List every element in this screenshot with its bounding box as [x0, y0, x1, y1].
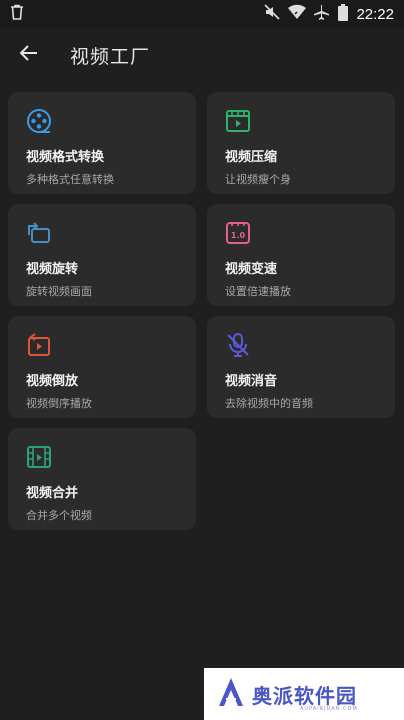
tool-desc: 视频倒序播放	[26, 397, 92, 410]
tool-name: 视频倒放	[26, 374, 79, 389]
merge-film-icon	[26, 444, 180, 470]
page-title: 视频工厂	[70, 45, 151, 68]
tool-desc: 让视频瘦个身	[225, 173, 291, 186]
tool-desc: 合并多个视频	[26, 509, 92, 522]
tool-card-rotate[interactable]: 视频旋转 旋转视频画面	[8, 204, 196, 306]
watermark-logo	[218, 677, 244, 711]
tool-desc: 去除视频中的音频	[225, 397, 313, 410]
tool-card-format-convert[interactable]: 视频格式转换 多种格式任意转换	[8, 92, 196, 194]
mic-off-icon	[225, 332, 379, 358]
status-bar: 22:22	[0, 0, 404, 28]
wifi-icon	[288, 4, 307, 24]
tool-desc: 多种格式任意转换	[26, 173, 114, 186]
reverse-icon	[26, 332, 180, 358]
mute-icon	[264, 4, 281, 24]
arrow-left-icon	[19, 45, 38, 65]
film-reel-icon	[26, 108, 180, 134]
back-button[interactable]	[0, 28, 58, 82]
tool-card-reverse[interactable]: 视频倒放 视频倒序播放	[8, 316, 196, 418]
compress-icon	[225, 108, 379, 134]
airplane-icon	[314, 4, 330, 24]
tool-name: 视频压缩	[225, 150, 278, 165]
rotate-icon	[26, 220, 180, 246]
trash-icon	[10, 4, 24, 24]
tool-name: 视频旋转	[26, 262, 79, 277]
tool-name: 视频合并	[26, 486, 79, 501]
tool-name: 视频消音	[225, 374, 278, 389]
battery-icon	[338, 3, 349, 25]
status-time: 22:22	[356, 5, 394, 23]
app-bar: 视频工厂	[0, 28, 404, 82]
tool-card-merge[interactable]: 视频合并 合并多个视频	[8, 428, 196, 530]
watermark: 奥派软件园 AUPAIRJUAN.COM	[204, 668, 404, 720]
tool-desc: 旋转视频画面	[26, 285, 92, 298]
tool-grid: 视频格式转换 多种格式任意转换 视频压缩 让视频瘦个身 视频旋转 旋转视频画面 …	[8, 92, 396, 530]
tool-card-speed[interactable]: 1.0 视频变速 设置倍速播放	[207, 204, 395, 306]
tool-desc: 设置倍速播放	[225, 285, 291, 298]
watermark-sub: AUPAIRJUAN.COM	[300, 706, 358, 712]
tool-card-mute[interactable]: 视频消音 去除视频中的音频	[207, 316, 395, 418]
tool-name: 视频格式转换	[26, 150, 105, 165]
speed-icon: 1.0	[225, 220, 379, 246]
svg-text:1.0: 1.0	[231, 231, 246, 240]
tool-card-compress[interactable]: 视频压缩 让视频瘦个身	[207, 92, 395, 194]
watermark-text: 奥派软件园	[252, 683, 357, 708]
tool-name: 视频变速	[225, 262, 278, 277]
